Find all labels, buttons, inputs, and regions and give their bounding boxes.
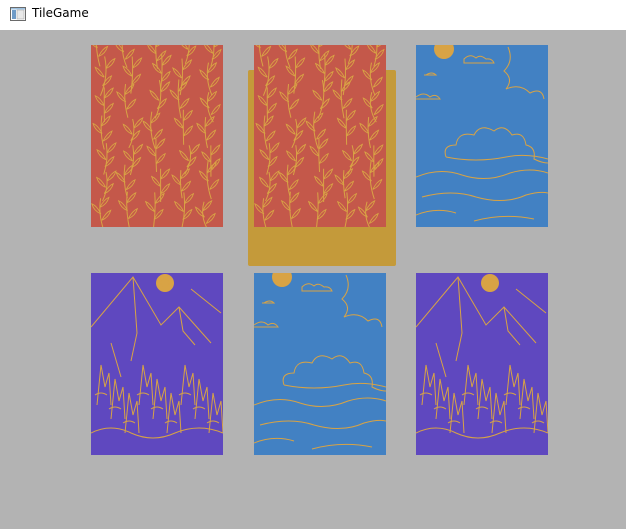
tile-mountains-2[interactable] bbox=[416, 273, 548, 455]
tile-sky-1[interactable] bbox=[416, 45, 548, 227]
mountains-pattern-2 bbox=[416, 273, 548, 455]
sky-pattern-1 bbox=[416, 45, 548, 227]
sky-pattern-2 bbox=[254, 273, 386, 455]
tile-mountains-1[interactable] bbox=[91, 273, 223, 455]
tile-sky-2[interactable] bbox=[254, 273, 386, 455]
tile-leaves-2[interactable] bbox=[254, 45, 386, 227]
tile-leaves-1[interactable] bbox=[91, 45, 223, 227]
app-window: TileGame bbox=[0, 0, 626, 529]
window-title: TileGame bbox=[32, 6, 89, 20]
title-bar[interactable]: TileGame bbox=[0, 0, 626, 30]
leaves-pattern-2 bbox=[254, 45, 386, 227]
game-board bbox=[2, 30, 626, 529]
mountains-pattern-1 bbox=[91, 273, 223, 455]
leaves-pattern-1 bbox=[91, 45, 223, 227]
app-window-icon bbox=[10, 7, 26, 21]
